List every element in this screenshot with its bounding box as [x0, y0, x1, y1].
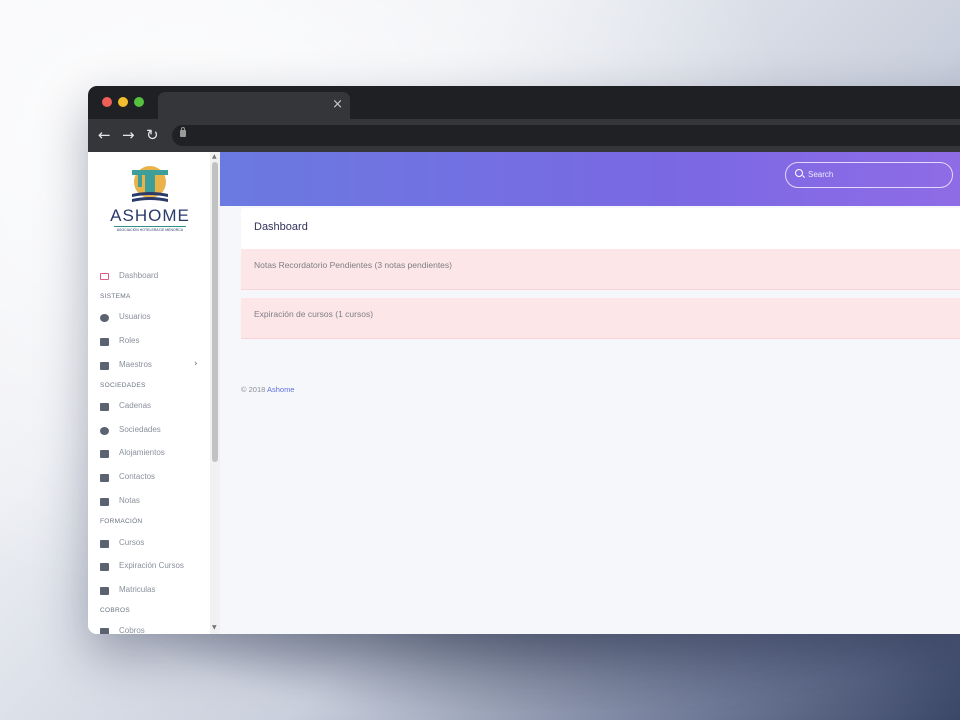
browser-window: × ← → ↻ ASHOME ASOCIACIÓN HOTELERA DE ME… [88, 86, 960, 634]
sidebar-item-label: Alojamientos [119, 448, 165, 457]
sidebar-item-cadenas[interactable]: Cadenas [88, 400, 210, 416]
browser-tab[interactable]: × [158, 92, 350, 119]
alert-text: Expiración de cursos (1 cursos) [254, 309, 374, 319]
chevron-right-icon: › [194, 359, 198, 369]
sidebar-item-label: Cobros [119, 626, 145, 634]
contact-card-icon [100, 474, 109, 482]
logo-divider [114, 226, 186, 227]
alert-expiracion-cursos[interactable]: Expiración de cursos (1 cursos) [241, 298, 960, 339]
user-icon [100, 427, 109, 435]
sidebar-item-label: Maestros [119, 360, 152, 369]
user-circle-icon [100, 314, 109, 322]
address-bar[interactable] [172, 125, 960, 146]
sidebar-item-label: Sociedades [119, 425, 161, 434]
sidebar-item-label: Expiración Cursos [119, 561, 184, 570]
close-window-button[interactable] [102, 97, 112, 107]
logo-text: ASHOME [110, 206, 190, 225]
footer-link[interactable]: Ashome [267, 385, 295, 394]
sidebar-item-roles[interactable]: Roles [88, 335, 210, 351]
scrollbar-thumb[interactable] [212, 162, 218, 462]
book-icon [100, 540, 109, 548]
search-box[interactable] [785, 162, 953, 188]
sidebar-scrollbar[interactable]: ▲ ▼ [210, 152, 220, 634]
sidebar-item-matriculas[interactable]: Matriculas [88, 584, 210, 600]
scroll-down-icon[interactable]: ▼ [212, 625, 217, 631]
footer: © 2018 Ashome [241, 385, 294, 394]
sidebar-item-label: Notas [119, 496, 140, 505]
dashboard-card: Dashboard [241, 208, 960, 249]
sidebar-item-label: Usuarios [119, 312, 151, 321]
section-header-sociedades: SOCIEDADES [100, 382, 146, 389]
book-icon [100, 563, 109, 571]
sidebar-item-contactos[interactable]: Contactos [88, 471, 210, 487]
note-icon [100, 498, 109, 506]
sidebar: ASHOME ASOCIACIÓN HOTELERA DE MENORCA Da… [88, 152, 210, 634]
sidebar-item-label: Cadenas [119, 401, 152, 410]
alert-notas-pendientes[interactable]: Notas Recordatorio Pendientes (3 notas p… [241, 249, 960, 290]
back-arrow-icon[interactable]: ← [98, 126, 111, 144]
sidebar-item-expiracion-cursos[interactable]: Expiración Cursos [88, 560, 210, 576]
sidebar-item-dashboard[interactable]: Dashboard [88, 270, 210, 286]
search-icon [795, 169, 803, 177]
sidebar-item-cobros[interactable]: Cobros [88, 625, 210, 634]
tab-close-icon[interactable]: × [332, 97, 343, 113]
search-input[interactable] [808, 167, 938, 182]
sidebar-item-sociedades[interactable]: Sociedades [88, 424, 210, 440]
edit-icon [100, 587, 109, 595]
sidebar-item-label: Roles [119, 336, 140, 345]
logo-emblem-icon [132, 166, 168, 202]
browser-titlebar: × [88, 86, 960, 119]
sidebar-item-label: Cursos [119, 538, 145, 547]
browser-toolbar: ← → ↻ [88, 119, 960, 152]
maximize-window-button[interactable] [134, 97, 144, 107]
sidebar-item-label: Matriculas [119, 585, 156, 594]
sidebar-item-label: Contactos [119, 472, 156, 481]
sidebar-item-cursos[interactable]: Cursos [88, 537, 210, 553]
forward-arrow-icon[interactable]: → [122, 126, 135, 144]
section-header-sistema: SISTEMA [100, 293, 131, 300]
users-icon [100, 338, 109, 346]
link-icon [100, 403, 109, 411]
header-band [220, 152, 960, 206]
building-icon [100, 450, 109, 458]
monitor-icon [100, 273, 109, 280]
reload-icon[interactable]: ↻ [146, 126, 159, 144]
section-header-cobros: COBROS [100, 607, 130, 614]
scroll-up-icon[interactable]: ▲ [212, 154, 217, 160]
sidebar-item-notas[interactable]: Notas [88, 495, 210, 511]
page-viewport: ASHOME ASOCIACIÓN HOTELERA DE MENORCA Da… [88, 152, 960, 634]
page-title: Dashboard [254, 221, 308, 233]
sidebar-item-alojamientos[interactable]: Alojamientos [88, 447, 210, 463]
sidebar-item-usuarios[interactable]: Usuarios [88, 311, 210, 327]
main-content: Dashboard Notas Recordatorio Pendientes … [220, 152, 960, 634]
share-icon [100, 362, 109, 370]
sidebar-item-maestros[interactable]: Maestros › [88, 359, 210, 375]
alert-text: Notas Recordatorio Pendientes (3 notas p… [254, 260, 452, 270]
footer-copyright: © 2018 [241, 385, 266, 394]
lock-icon [180, 127, 186, 137]
sidebar-item-label: Dashboard [119, 271, 159, 280]
logo-subtitle: ASOCIACIÓN HOTELERA DE MENORCA [116, 228, 184, 232]
ashome-logo[interactable]: ASHOME ASOCIACIÓN HOTELERA DE MENORCA [110, 164, 190, 236]
book-icon [100, 628, 109, 634]
section-header-formacion: FORMACIÓN [100, 518, 143, 525]
minimize-window-button[interactable] [118, 97, 128, 107]
